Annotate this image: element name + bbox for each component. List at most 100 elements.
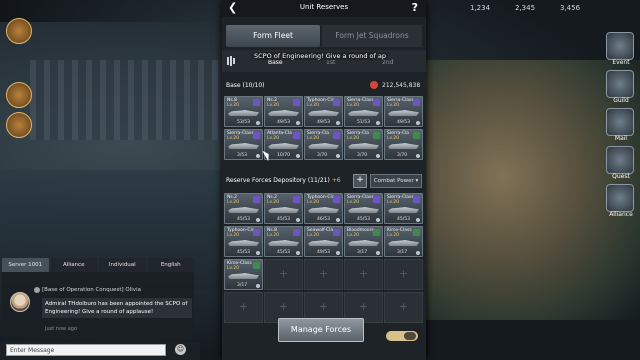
reserve-unit-card[interactable]: Typhoon-Cla Lv.20 45/53 — [224, 226, 263, 257]
reserve-unit-card[interactable]: Kirov-Class Lv.20 3/17 — [224, 259, 263, 290]
base-unit-card[interactable]: Sierra-Class Lv.20 3/53 — [224, 129, 263, 160]
sort-combat-power-dropdown[interactable]: Combat Power ▾ — [370, 174, 422, 188]
unit-rank-badge — [373, 99, 380, 106]
manage-forces-button[interactable]: Manage Forces — [278, 318, 364, 342]
ship-icon — [348, 207, 379, 213]
unit-count: 49/53 — [317, 120, 330, 125]
ship-icon — [268, 143, 299, 149]
emoji-icon[interactable]: ☺ — [175, 344, 186, 355]
quest-button[interactable] — [606, 146, 634, 174]
base-unit-card[interactable]: Sierra-Cla Lv.20 3/70 — [344, 129, 383, 160]
chat-avatar[interactable] — [10, 292, 30, 312]
unit-count: 49/53 — [397, 120, 410, 125]
unit-status-icon — [296, 154, 300, 158]
ship-icon — [228, 240, 259, 246]
mail-button[interactable] — [606, 108, 634, 136]
unit-count: 45/53 — [237, 217, 250, 222]
unit-level: Lv.20 — [267, 233, 279, 238]
event-icon[interactable] — [6, 82, 32, 108]
base-unit-card[interactable]: Sierra-Class Lv.20 49/53 — [384, 96, 423, 127]
unit-level: Lv.20 — [387, 233, 399, 238]
unit-rank-badge — [333, 229, 340, 236]
base-unit-card[interactable]: Ns.8 Lv.20 53/53 — [224, 96, 263, 127]
combat-power-icon — [370, 81, 378, 89]
chat-tab-alliance[interactable]: Alliance — [50, 258, 97, 272]
chat-tab-individual[interactable]: Individual — [99, 258, 146, 272]
tab-form-jet-squadrons[interactable]: Form Jet Squadrons — [322, 25, 422, 47]
unit-status-icon — [256, 284, 260, 288]
resource-1: 1,234 — [470, 4, 491, 12]
reserve-empty-slot[interactable]: + — [384, 259, 423, 290]
unit-status-icon — [376, 154, 380, 158]
unit-count: 45/53 — [277, 217, 290, 222]
base-unit-card[interactable]: Typhoon-Cla Lv.20 49/53 — [304, 96, 343, 127]
reserve-empty-slot[interactable]: + — [264, 259, 303, 290]
unit-rank-badge — [253, 262, 260, 269]
reserve-empty-slot[interactable]: + — [384, 292, 423, 323]
add-reserve-button[interactable]: + — [353, 174, 367, 188]
auto-toggle[interactable] — [386, 331, 418, 341]
unit-rank-badge — [373, 132, 380, 139]
reserve-unit-card[interactable]: Typhoon-Cla Lv.20 46/53 — [304, 193, 343, 224]
player-avatar-icon[interactable] — [6, 18, 32, 44]
ship-icon — [388, 240, 419, 246]
help-icon[interactable]: ? — [412, 1, 418, 14]
unit-status-icon — [416, 218, 420, 222]
chat-message-input[interactable]: Enter Message — [6, 344, 166, 356]
fleet-slot-icon — [227, 56, 235, 66]
unit-rank-badge — [293, 132, 300, 139]
event-button[interactable] — [606, 32, 634, 60]
reserve-unit-card[interactable]: Kirov-Class Lv.20 3/17 — [384, 226, 423, 257]
ship-icon — [308, 110, 339, 116]
reserve-empty-slot[interactable]: + — [344, 259, 383, 290]
ship-icon — [348, 110, 379, 116]
reserve-unit-card[interactable]: Sierra-Class Lv.20 45/53 — [384, 193, 423, 224]
system-message-icon — [34, 287, 40, 293]
reserve-unit-card[interactable]: Seawolf-Cla Lv.20 49/53 — [304, 226, 343, 257]
unit-level: Lv.20 — [387, 200, 399, 205]
reserve-unit-card[interactable]: Ns.2 Lv.20 45/53 — [264, 193, 303, 224]
base-unit-card[interactable]: Ns.2 Lv.20 49/53 — [264, 96, 303, 127]
reserve-empty-slot[interactable]: + — [304, 259, 343, 290]
unit-count: 51/53 — [357, 120, 370, 125]
base-section-header: Base (10/10) 212,545,838 — [222, 79, 426, 93]
guild-button[interactable] — [606, 70, 634, 98]
plus-icon: + — [278, 267, 289, 280]
unit-status-icon — [416, 154, 420, 158]
bonus-icon[interactable] — [6, 112, 32, 138]
alliance-button[interactable] — [606, 184, 634, 212]
tab-form-fleet[interactable]: Form Fleet — [226, 25, 320, 47]
base-unit-card[interactable]: Sierra-Cla Lv.20 3/70 — [304, 129, 343, 160]
port-docks — [30, 60, 220, 140]
subtab-2nd[interactable]: 2nd — [382, 59, 393, 66]
unit-level: Lv.20 — [227, 103, 239, 108]
unit-count: 45/53 — [357, 217, 370, 222]
subtab-base[interactable]: Base — [268, 59, 283, 66]
panel-header: ❮ Unit Reserves ? — [222, 0, 426, 17]
unit-rank-badge — [253, 196, 260, 203]
unit-rank-badge — [333, 132, 340, 139]
unit-rank-badge — [333, 99, 340, 106]
reserve-empty-slot[interactable]: + — [224, 292, 263, 323]
subtab-1st[interactable]: 1st — [326, 59, 335, 66]
unit-rank-badge — [413, 196, 420, 203]
unit-count: 3/70 — [357, 153, 368, 158]
reserve-unit-card[interactable]: Bloodmoore Lv.20 3/17 — [344, 226, 383, 257]
ship-icon — [228, 273, 259, 279]
unit-level: Lv.20 — [267, 200, 279, 205]
ship-icon — [308, 207, 339, 213]
reserve-unit-card[interactable]: Sierra-Class Lv.20 45/53 — [344, 193, 383, 224]
ship-icon — [348, 143, 379, 149]
chat-tab-server[interactable]: Server 1001 — [2, 258, 49, 272]
base-unit-card[interactable]: Sierra-Class Lv.20 51/53 — [344, 96, 383, 127]
chat-tab-english[interactable]: English — [147, 258, 194, 272]
unit-count: 10/70 — [277, 153, 290, 158]
unit-rank-badge — [373, 196, 380, 203]
reserve-unit-card[interactable]: Ns.8 Lv.20 45/53 — [264, 226, 303, 257]
base-unit-card[interactable]: Sierra-Cla Lv.20 3/70 — [384, 129, 423, 160]
ship-icon — [388, 207, 419, 213]
reserve-unit-card[interactable]: Ns.2 Lv.20 45/53 — [224, 193, 263, 224]
unit-count: 3/17 — [397, 250, 408, 255]
unit-level: Lv.20 — [267, 136, 279, 141]
unit-rank-badge — [413, 132, 420, 139]
